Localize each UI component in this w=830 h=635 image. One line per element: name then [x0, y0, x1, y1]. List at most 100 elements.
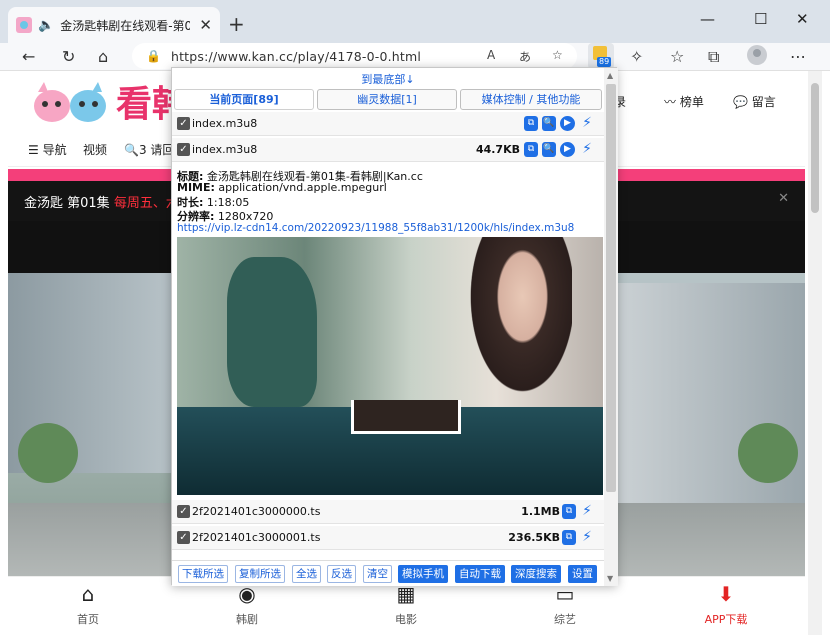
bottom-nav-home[interactable]: ⌂ 首页 [58, 583, 118, 627]
more-menu-icon[interactable]: ⋯ [790, 47, 806, 66]
favorites-icon[interactable]: ☆ [670, 47, 684, 66]
browser-tab[interactable]: 🔈 金汤匙韩剧在线观看-第01集 ✕ [8, 7, 220, 43]
detail-mime-value: application/vnd.apple.mpegurl [218, 181, 387, 194]
speaker-icon[interactable]: 🔈 [38, 18, 54, 33]
auto-download-button[interactable]: 自动下载 [455, 565, 505, 583]
detail-url-link[interactable]: https://vip.lz-cdn14.com/20220923/11988_… [177, 222, 574, 234]
row-checkbox[interactable]: ✓ [177, 143, 190, 156]
resource-row[interactable]: ✓ index.m3u8 44.7KB ⧉ 🔍 ▶ ⚡ [172, 138, 604, 162]
tree [18, 423, 78, 483]
preview-shape [227, 257, 317, 407]
nav-video-link[interactable]: 视频 [83, 141, 107, 158]
download-selected-button[interactable]: 下载所选 [178, 565, 228, 583]
extension-popup: 到最底部↓ 当前页面[89] 幽灵数据[1] 媒体控制 / 其他功能 ✓ ind… [171, 67, 618, 586]
bottom-nav-drama[interactable]: ◉ 韩剧 [217, 583, 277, 627]
download-bolt-icon[interactable]: ⚡ [580, 530, 594, 545]
popup-scrollbar-thumb[interactable] [606, 84, 616, 492]
detail-mime-label: MIME: [177, 181, 215, 194]
nav-message-label: 留言 [751, 95, 776, 109]
ts-name: 2f2021401c3000001.ts [192, 531, 321, 544]
favicon-icon [16, 17, 32, 33]
new-tab-button[interactable]: + [228, 12, 245, 36]
bottom-nav-app[interactable]: ⬇ APP下载 [696, 583, 756, 627]
tab-media-control[interactable]: 媒体控制 / 其他功能 [460, 89, 602, 110]
nav-message[interactable]: 💬 留言 [733, 93, 776, 110]
minimize-icon[interactable]: — [700, 10, 715, 28]
bottom-nav-movie[interactable]: ▦ 电影 [376, 583, 436, 627]
extensions-puzzle-icon[interactable]: ✧ [630, 47, 643, 66]
player-schedule: 每周五、六 [113, 196, 179, 211]
to-bottom-link[interactable]: 到最底部↓ [172, 71, 604, 87]
bottom-nav-variety[interactable]: ▭ 综艺 [535, 583, 595, 627]
address-bar[interactable]: 🔒 https://www.kan.cc/play/4178-0-0.html … [132, 43, 577, 69]
row-checkbox[interactable]: ✓ [177, 117, 190, 130]
copy-icon[interactable]: ⧉ [524, 142, 538, 157]
copy-selected-button[interactable]: 复制所选 [235, 565, 285, 583]
home-icon[interactable]: ⌂ [98, 47, 108, 66]
close-window-icon[interactable]: ✕ [796, 10, 809, 28]
deep-search-button[interactable]: 深度搜索 [511, 565, 561, 583]
nav-rank[interactable]: 〰 榜单 [664, 93, 704, 110]
read-aloud-icon[interactable]: A [487, 48, 495, 62]
resource-row[interactable]: ✓ index.m3u8 ⧉ 🔍 ▶ ⚡ [172, 112, 604, 136]
clear-button[interactable]: 清空 [363, 565, 392, 583]
row-checkbox[interactable]: ✓ [177, 531, 190, 544]
tv-icon: ▭ [555, 582, 575, 606]
collections-icon[interactable]: ⧉ [708, 47, 719, 67]
search-icon[interactable]: 🔍 [542, 142, 556, 157]
play-icon[interactable]: ▶ [560, 142, 575, 157]
search-icon[interactable]: 🔍 [542, 116, 556, 131]
row-checkbox[interactable]: ✓ [177, 505, 190, 518]
play-icon[interactable]: ▶ [560, 116, 575, 131]
download-bolt-icon[interactable]: ⚡ [580, 116, 594, 131]
ts-size: 236.5KB [508, 531, 560, 544]
invert-selection-button[interactable]: 反选 [327, 565, 356, 583]
refresh-icon[interactable]: ↻ [62, 47, 75, 66]
url-text[interactable]: https://www.kan.cc/play/4178-0-0.html [171, 49, 421, 64]
ts-row[interactable]: ✓ 2f2021401c3000000.ts 1.1MB ⧉ ⚡ [172, 500, 604, 524]
video-preview[interactable] [177, 237, 603, 495]
maximize-icon[interactable]: ☐ [754, 10, 767, 28]
bottom-nav-label: 电影 [395, 613, 417, 626]
play-icon: ◉ [238, 582, 256, 606]
browser-window: 🔈 金汤匙韩剧在线观看-第01集 ✕ + — ☐ ✕ ← ↻ ⌂ 🔒 https… [0, 0, 830, 635]
select-all-button[interactable]: 全选 [292, 565, 321, 583]
bottom-nav-label: 韩剧 [236, 613, 258, 626]
ts-row[interactable]: ✓ 2f2021401c3000001.ts 236.5KB ⧉ ⚡ [172, 526, 604, 550]
tab-close-icon[interactable]: ✕ [199, 16, 212, 34]
copy-icon[interactable]: ⧉ [524, 116, 538, 131]
back-icon[interactable]: ← [22, 47, 35, 66]
extension-badge: 89 [597, 57, 612, 67]
popup-footer: 下载所选 复制所选 全选 反选 清空 模拟手机 自动下载 深度搜索 设置 [172, 560, 604, 586]
copy-icon[interactable]: ⧉ [562, 504, 576, 519]
lock-icon[interactable]: 🔒 [146, 49, 161, 63]
tab-ghost-data[interactable]: 幽灵数据[1] [317, 89, 457, 110]
resource-name: index.m3u8 [192, 117, 258, 130]
ts-size: 1.1MB [521, 505, 560, 518]
nav-rank-label: 榜单 [679, 95, 704, 109]
mobile-emulation-button[interactable]: 模拟手机 [398, 565, 448, 583]
film-icon: ▦ [396, 582, 416, 606]
settings-button[interactable]: 设置 [568, 565, 597, 583]
download-icon: ⬇ [717, 582, 735, 606]
page-scrollbar-thumb[interactable] [811, 83, 819, 213]
page-scrollbar[interactable] [808, 71, 822, 635]
download-bolt-icon[interactable]: ⚡ [580, 142, 594, 157]
copy-icon[interactable]: ⧉ [562, 530, 576, 545]
scroll-down-icon[interactable]: ▼ [607, 574, 613, 583]
scroll-up-icon[interactable]: ▲ [607, 71, 613, 80]
bottom-nav-label: 综艺 [554, 613, 576, 626]
download-bolt-icon[interactable]: ⚡ [580, 504, 594, 519]
nav-menu-label: 导航 [42, 143, 67, 157]
nav-menu-button[interactable]: ☰ 导航 [28, 141, 67, 158]
add-favorite-icon[interactable]: ☆ [552, 48, 563, 62]
ts-name: 2f2021401c3000000.ts [192, 505, 321, 518]
preview-person [462, 237, 572, 407]
cat-catch-extension-button[interactable]: 89 [588, 43, 614, 69]
profile-avatar[interactable] [747, 45, 767, 65]
popup-scrollbar[interactable]: ▲ ▼ [604, 68, 618, 586]
player-close-icon[interactable]: ✕ [778, 191, 789, 206]
player-title: 金汤匙 第01集 [24, 196, 110, 211]
tab-current-page[interactable]: 当前页面[89] [174, 89, 314, 110]
translate-icon[interactable]: あ [519, 48, 531, 65]
